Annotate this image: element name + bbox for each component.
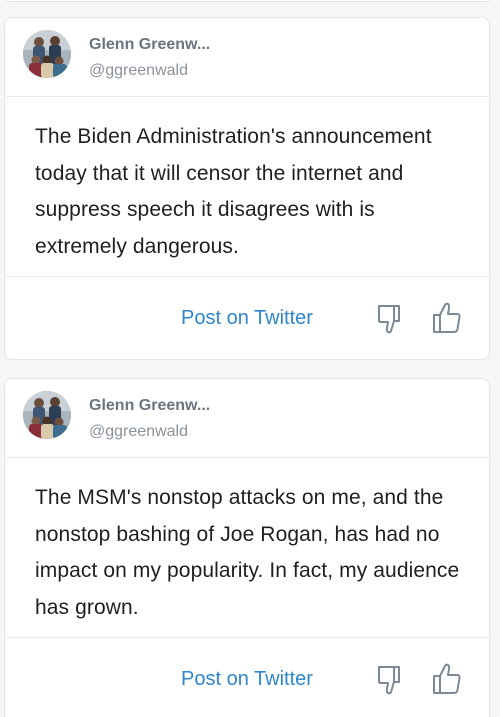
post-on-twitter-link[interactable]: Post on Twitter xyxy=(181,307,313,330)
author-avatar[interactable] xyxy=(23,30,71,78)
post-header: Glenn Greenw... @ggreenwald xyxy=(5,379,489,458)
author-avatar[interactable] xyxy=(23,391,71,439)
thumbs-up-icon[interactable] xyxy=(430,662,464,696)
author-handle: @ggreenwald xyxy=(89,423,188,440)
post-body: The Biden Administration's announcement … xyxy=(5,97,489,277)
post-header: Glenn Greenw... @ggreenwald xyxy=(5,18,489,97)
post-card: Glenn Greenw... @ggreenwald The Biden Ad… xyxy=(4,17,490,360)
post-feed: Glenn Greenw... @ggreenwald The Biden Ad… xyxy=(0,0,500,717)
post-footer: Post on Twitter xyxy=(5,277,489,361)
post-body: The MSM's nonstop attacks on me, and the… xyxy=(5,458,489,638)
thumbs-up-icon[interactable] xyxy=(430,301,464,335)
post-footer: Post on Twitter xyxy=(5,638,489,717)
post-card: Glenn Greenw... @ggreenwald The MSM's no… xyxy=(4,378,490,717)
author-name: Glenn Greenw... xyxy=(89,397,211,414)
post-on-twitter-link[interactable]: Post on Twitter xyxy=(181,668,313,691)
post-text: The MSM's nonstop attacks on me, and the… xyxy=(35,486,460,619)
previous-card-edge xyxy=(4,0,492,2)
thumbs-down-icon[interactable] xyxy=(372,662,406,696)
thumbs-down-icon[interactable] xyxy=(372,301,406,335)
post-text: The Biden Administration's announcement … xyxy=(35,125,432,258)
author-name: Glenn Greenw... xyxy=(89,36,211,53)
author-handle: @ggreenwald xyxy=(89,62,188,79)
